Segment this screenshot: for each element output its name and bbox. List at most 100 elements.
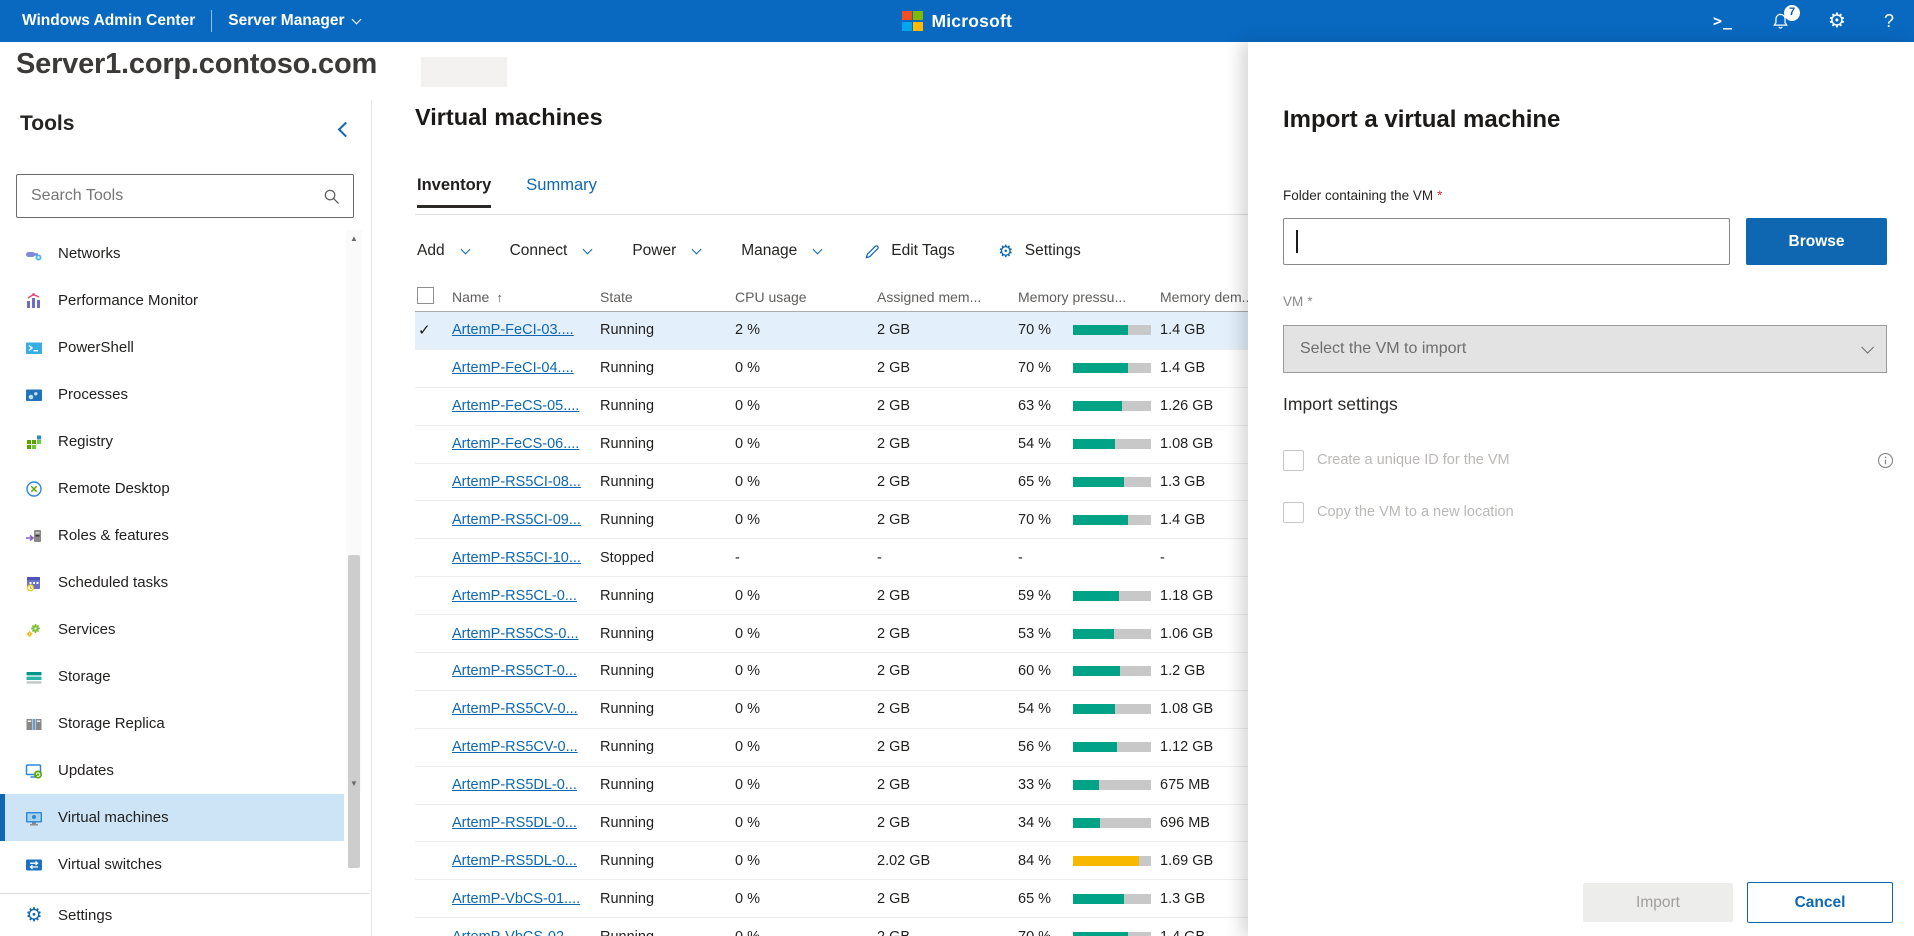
toolbar-settings-button[interactable]: ⚙Settings: [996, 242, 1081, 260]
vm-assigned-memory: 2 GB: [877, 512, 1018, 528]
scrollbar-thumb[interactable]: [348, 555, 360, 868]
column-memory-pressure[interactable]: Memory pressu...: [1018, 289, 1160, 305]
browse-button[interactable]: Browse: [1746, 218, 1887, 265]
vm-name-link[interactable]: ArtemP-RS5CI-08...: [452, 474, 581, 490]
select-all-checkbox[interactable]: [417, 287, 434, 304]
microsoft-logo-icon: [902, 11, 923, 32]
vm-cpu: -: [735, 550, 877, 566]
sidebar-item-remote-desktop[interactable]: Remote Desktop: [0, 465, 344, 512]
vm-select[interactable]: Select the VM to import: [1283, 325, 1887, 373]
sidebar-item-virtual-machines[interactable]: Virtual machines: [0, 794, 344, 841]
import-button[interactable]: Import: [1583, 883, 1733, 922]
toolbar-label: Connect: [510, 242, 568, 260]
memory-pressure-bar: [1073, 932, 1151, 936]
vm-cpu: 0 %: [735, 853, 877, 869]
vm-name-link[interactable]: ArtemP-FeCI-03....: [452, 322, 574, 338]
vm-state: Running: [600, 436, 735, 452]
vm-cpu: 2 %: [735, 322, 877, 338]
option-label: Copy the VM to a new location: [1317, 504, 1514, 520]
sidebar-item-updates[interactable]: Updates: [0, 747, 344, 794]
vm-memory-pressure: 70 %: [1018, 929, 1160, 936]
vm-name-link[interactable]: ArtemP-RS5CI-09...: [452, 512, 581, 528]
toolbar-connect-button[interactable]: Connect: [510, 242, 592, 260]
vm-name-link[interactable]: ArtemP-FeCI-04....: [452, 360, 574, 376]
tools-search[interactable]: [16, 174, 354, 218]
tools-sidebar: Tools NetworksPerformance MonitorPowerSh…: [0, 100, 372, 936]
solution-menu[interactable]: Server Manager: [228, 12, 359, 30]
vm-name-link[interactable]: ArtemP-FeCS-05....: [452, 398, 579, 414]
settings-gear-icon[interactable]: ⚙: [1828, 11, 1846, 31]
folder-field-label: Folder containing the VM*: [1283, 188, 1442, 203]
folder-input[interactable]: [1283, 218, 1730, 265]
sidebar-item-label: Virtual machines: [58, 809, 169, 826]
powershell-console-icon[interactable]: >_: [1713, 14, 1733, 29]
vm-state: Stopped: [600, 550, 735, 566]
vm-name-link[interactable]: ArtemP-RS5CI-10...: [452, 550, 581, 566]
checkbox[interactable]: [1283, 450, 1304, 471]
memory-pressure-bar: [1073, 742, 1151, 752]
info-icon[interactable]: [1877, 452, 1894, 469]
sidebar-item-scheduled-tasks[interactable]: Scheduled tasks: [0, 559, 344, 606]
vm-state: Running: [600, 474, 735, 490]
vm-cpu: 0 %: [735, 701, 877, 717]
checkbox[interactable]: [1283, 502, 1304, 523]
vm-memory-pressure: 56 %: [1018, 739, 1160, 755]
vm-name-link[interactable]: ArtemP-RS5CS-0...: [452, 626, 579, 642]
toolbar-edit-tags-button[interactable]: Edit Tags: [862, 242, 954, 260]
row-selected-check-icon[interactable]: ✓: [415, 321, 452, 339]
sidebar-item-label: Roles & features: [58, 527, 169, 544]
vm-assigned-memory: 2 GB: [877, 588, 1018, 604]
sidebar-scrollbar[interactable]: ▲ ▼: [346, 230, 362, 793]
sidebar-item-registry[interactable]: Registry: [0, 418, 344, 465]
vm-name-link[interactable]: ArtemP-RS5DL-0...: [452, 815, 577, 831]
column-cpu-usage[interactable]: CPU usage: [735, 289, 877, 305]
help-icon[interactable]: ?: [1884, 12, 1894, 30]
vm-name-link[interactable]: ArtemP-RS5CV-0...: [452, 701, 578, 717]
tabs: Inventory Summary: [417, 176, 597, 208]
search-input[interactable]: [29, 186, 321, 206]
tab-inventory[interactable]: Inventory: [417, 176, 491, 208]
toolbar-power-button[interactable]: Power: [632, 242, 700, 260]
vm-memory-pressure: 70 %: [1018, 322, 1160, 338]
sidebar-item-roles-features[interactable]: Roles & features: [0, 512, 344, 559]
column-assigned-memory[interactable]: Assigned mem...: [877, 289, 1018, 305]
scroll-up-icon[interactable]: ▲: [346, 232, 362, 246]
vm-assigned-memory: 2 GB: [877, 474, 1018, 490]
toolbar-add-button[interactable]: Add: [417, 242, 469, 260]
collapse-sidebar-icon[interactable]: [338, 122, 354, 138]
vm-cpu: 0 %: [735, 929, 877, 936]
sidebar-item-performance-monitor[interactable]: Performance Monitor: [0, 277, 344, 324]
virtual-machines-icon: [24, 809, 44, 827]
vm-name-link[interactable]: ArtemP-RS5CL-0...: [452, 588, 577, 604]
sidebar-item-processes[interactable]: Processes: [0, 371, 344, 418]
sidebar-item-settings[interactable]: ⚙ Settings: [0, 893, 370, 936]
sidebar-item-label: Storage: [58, 668, 111, 685]
cancel-button[interactable]: Cancel: [1747, 882, 1893, 923]
sidebar-item-storage[interactable]: Storage: [0, 653, 344, 700]
vm-memory-pressure: 59 %: [1018, 588, 1160, 604]
sidebar-item-services[interactable]: Services: [0, 606, 344, 653]
vm-name-link[interactable]: ArtemP-FeCS-06....: [452, 436, 579, 452]
loading-placeholder: [421, 57, 507, 87]
toolbar-label: Add: [417, 242, 445, 260]
toolbar-manage-button[interactable]: Manage: [741, 242, 821, 260]
vm-name-link[interactable]: ArtemP-RS5CV-0...: [452, 739, 578, 755]
toolbar-label: Edit Tags: [891, 242, 954, 260]
vm-name-link[interactable]: ArtemP-RS5DL-0...: [452, 853, 577, 869]
column-state[interactable]: State: [600, 289, 735, 305]
sidebar-item-storage-replica[interactable]: Storage Replica: [0, 700, 344, 747]
sidebar-item-virtual-switches[interactable]: Virtual switches: [0, 841, 344, 888]
import-options: Create a unique ID for the VMCopy the VM…: [1283, 434, 1894, 538]
vm-name-link[interactable]: ArtemP-VbCS-01....: [452, 891, 580, 907]
tab-summary[interactable]: Summary: [526, 176, 597, 208]
column-name[interactable]: Name ↑: [452, 289, 600, 305]
sidebar-item-powershell[interactable]: PowerShell: [0, 324, 344, 371]
storage-icon: [24, 668, 44, 686]
vm-name-link[interactable]: ArtemP-VbCS-02: [452, 929, 564, 936]
scroll-down-icon[interactable]: ▼: [346, 777, 362, 791]
vm-name-link[interactable]: ArtemP-RS5DL-0...: [452, 777, 577, 793]
sidebar-item-networks[interactable]: Networks: [0, 230, 344, 277]
vm-name-link[interactable]: ArtemP-RS5CT-0...: [452, 663, 577, 679]
storage-replica-icon: [24, 715, 44, 733]
notifications-bell-icon[interactable]: 7: [1771, 12, 1790, 31]
